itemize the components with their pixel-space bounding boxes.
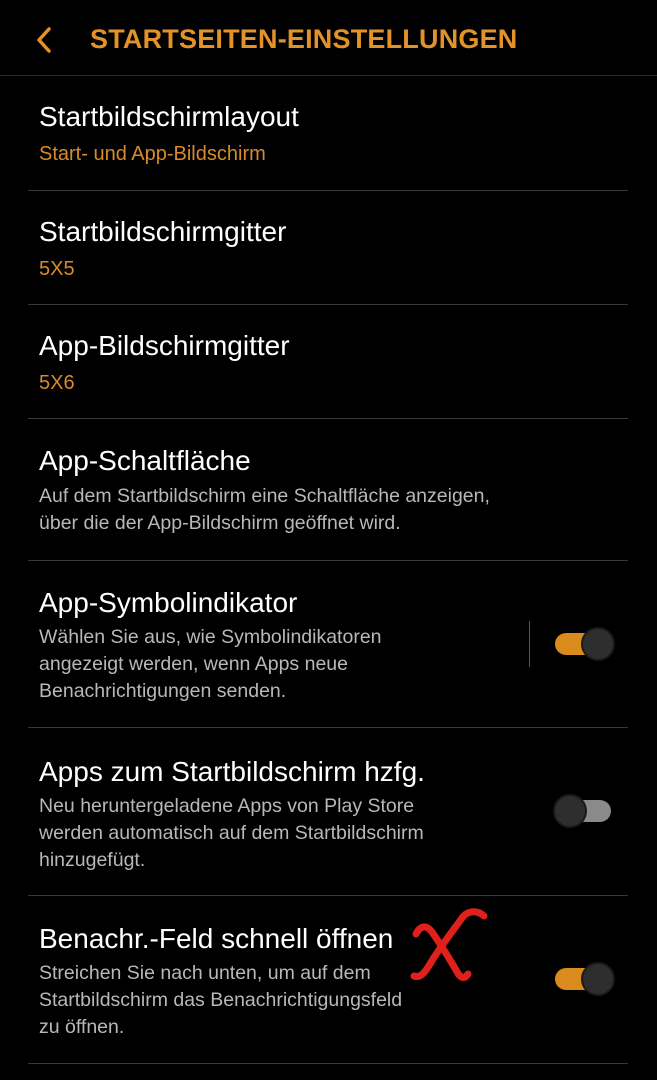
setting-description-line: Wählen Sie aus, wie Symbolindikatoren	[39, 626, 382, 648]
add-apps-to-home-toggle[interactable]	[553, 793, 615, 829]
chevron-left-icon	[37, 27, 51, 53]
toggle-knob	[581, 627, 615, 661]
setting-description-line: zu öffnen.	[39, 1016, 125, 1038]
setting-quick-open-notifications[interactable]: Benachr.-Feld schnell öffnen Streichen S…	[0, 896, 657, 1063]
setting-title: Apps zum Startbildschirm hzfg.	[39, 756, 425, 787]
setting-description-line: werden automatisch auf dem Startbildschi…	[39, 822, 424, 844]
setting-title: Startbildschirmgitter	[39, 216, 287, 247]
divider	[28, 1063, 628, 1064]
setting-description-line: Streichen Sie nach unten, um auf dem	[39, 962, 371, 984]
setting-title: App-Bildschirmgitter	[39, 330, 290, 361]
toggle-knob	[553, 794, 587, 828]
setting-app-button[interactable]: App-Schaltfläche Auf dem Startbildschirm…	[0, 419, 657, 560]
setting-title: Benachr.-Feld schnell öffnen	[39, 923, 394, 954]
toggle-knob	[581, 962, 615, 996]
setting-app-grid[interactable]: App-Bildschirmgitter 5X6	[0, 305, 657, 418]
setting-description-line: Startbildschirm das Benachrichtigungsfel…	[39, 989, 403, 1011]
setting-value: 5X5	[39, 258, 75, 280]
app-header: STARTSEITEN-EINSTELLUNGEN	[0, 0, 657, 76]
back-button[interactable]	[28, 22, 60, 58]
setting-description-line: Benachrichtigungen senden.	[39, 680, 287, 702]
setting-description-line: Auf dem Startbildschirm eine Schaltfläch…	[39, 485, 490, 507]
setting-title: Startbildschirmlayout	[39, 101, 299, 132]
setting-home-layout[interactable]: Startbildschirmlayout Start- und App-Bil…	[0, 76, 657, 190]
setting-value: Start- und App-Bildschirm	[39, 143, 266, 165]
setting-app-icon-badge[interactable]: App-Symbolindikator Wählen Sie aus, wie …	[0, 561, 657, 727]
setting-description-line: hinzugefügt.	[39, 849, 146, 871]
vertical-separator	[529, 621, 530, 667]
setting-title: App-Symbolindikator	[39, 587, 298, 618]
setting-home-grid[interactable]: Startbildschirmgitter 5X5	[0, 191, 657, 304]
setting-description-line: über die der App-Bildschirm geöffnet wir…	[39, 512, 401, 534]
setting-add-apps-to-home[interactable]: Apps zum Startbildschirm hzfg. Neu herun…	[0, 728, 657, 895]
setting-title: App-Schaltfläche	[39, 445, 251, 476]
setting-value: 5X6	[39, 372, 75, 394]
setting-description-line: Neu heruntergeladene Apps von Play Store	[39, 795, 415, 817]
setting-description-line: angezeigt werden, wenn Apps neue	[39, 653, 348, 675]
page-title: STARTSEITEN-EINSTELLUNGEN	[90, 24, 518, 54]
app-icon-badge-toggle[interactable]	[553, 626, 615, 662]
quick-open-notifications-toggle[interactable]	[553, 961, 615, 997]
